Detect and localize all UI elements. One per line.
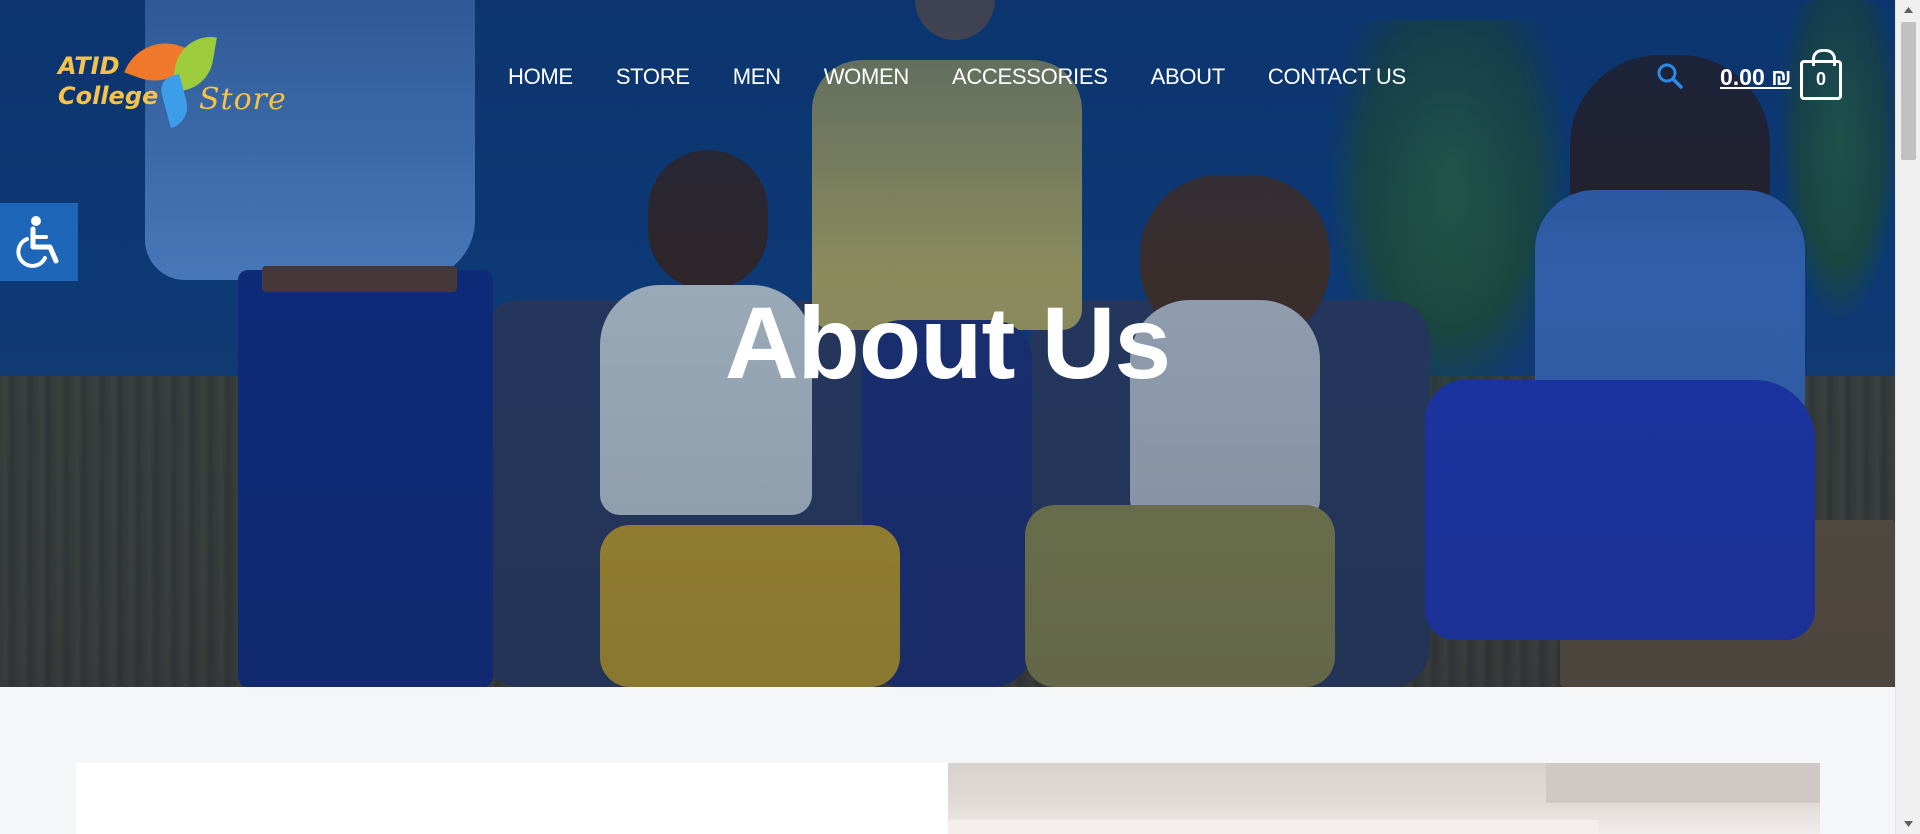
accessibility-button[interactable] [0,203,78,281]
nav-item-men[interactable]: MEN [733,64,781,90]
scroll-up-arrow-icon[interactable] [1896,0,1920,20]
logo-text-store: Store [199,82,287,117]
about-image [948,763,1820,834]
nav-item-accessories[interactable]: ACCESSORIES [952,64,1108,90]
wheelchair-icon [16,216,59,268]
page-title: About Us [724,286,1171,400]
logo-text-college: College [58,82,159,110]
nav-item-about[interactable]: ABOUT [1151,64,1226,90]
cart-count-badge: 0 [1815,69,1826,89]
search-icon[interactable] [1656,62,1684,90]
main-nav: HOME STORE MEN WOMEN ACCESSORIES ABOUT C… [508,64,1449,90]
about-image-detail [1546,763,1820,803]
nav-item-home[interactable]: HOME [508,64,573,90]
site-logo[interactable]: ATID College Store [56,31,296,128]
about-image-detail [948,820,1598,834]
nav-item-store[interactable]: STORE [616,64,690,90]
scrollbar-thumb[interactable] [1901,22,1916,160]
about-text-card [76,763,948,834]
page-scrollbar[interactable] [1895,0,1920,834]
nav-item-contact-us[interactable]: CONTACT US [1268,64,1406,90]
cart-total[interactable]: 0.00 ₪ [1720,64,1791,91]
scroll-down-arrow-icon[interactable] [1896,814,1920,834]
logo-text-atid: ATID [58,52,120,80]
nav-item-women[interactable]: WOMEN [824,64,910,90]
shopping-bag-icon[interactable]: 0 [1800,49,1842,100]
